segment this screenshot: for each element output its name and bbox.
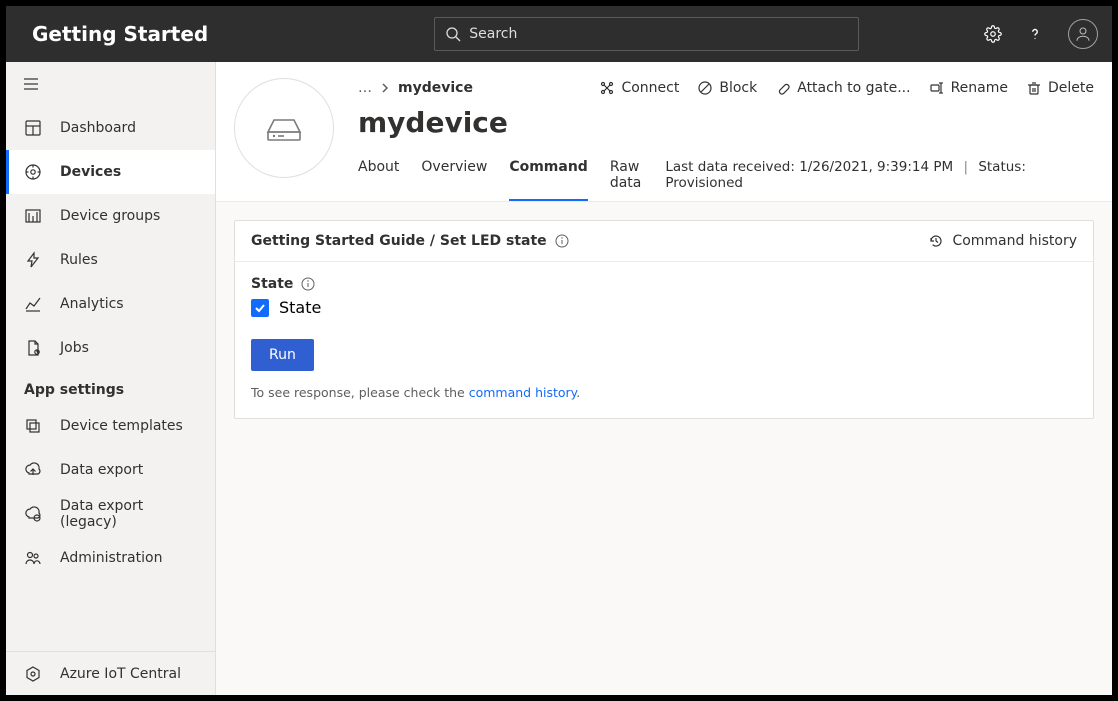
delete-icon [1026, 80, 1042, 96]
sidebar-item-label: Data export [60, 462, 143, 478]
jobs-icon [24, 339, 42, 357]
block-button[interactable]: Block [697, 80, 757, 96]
history-icon [928, 233, 944, 249]
sidebar-item-label: Rules [60, 252, 98, 268]
block-icon [697, 80, 713, 96]
panel-title: Getting Started Guide / Set LED state [251, 233, 569, 249]
connect-button[interactable]: Connect [599, 80, 679, 96]
rules-icon [24, 251, 42, 269]
info-icon[interactable] [555, 234, 569, 248]
sidebar-item-analytics[interactable]: Analytics [6, 282, 215, 326]
sidebar-item-label: Data export (legacy) [60, 498, 197, 530]
attach-button[interactable]: Attach to gate... [775, 80, 910, 96]
data-export-icon [24, 461, 42, 479]
administration-icon [24, 549, 42, 567]
device-templates-icon [24, 417, 42, 435]
sidebar-item-data-export[interactable]: Data export [6, 448, 215, 492]
sidebar-item-label: Dashboard [60, 120, 136, 136]
device-tabs: About Overview Command Raw data [358, 153, 665, 201]
rename-button[interactable]: Rename [929, 80, 1008, 96]
sidebar-item-data-export-legacy[interactable]: Data export (legacy) [6, 492, 215, 536]
sidebar-item-label: Device templates [60, 418, 183, 434]
sidebar-item-label: Devices [60, 164, 121, 180]
response-hint: To see response, please check the comman… [251, 385, 1077, 400]
sidebar-footer-link[interactable]: Azure IoT Central [6, 651, 215, 695]
delete-button[interactable]: Delete [1026, 80, 1094, 96]
top-bar: Getting Started [6, 6, 1112, 62]
sidebar-item-jobs[interactable]: Jobs [6, 326, 215, 370]
main-content: … mydevice Connect [216, 62, 1112, 695]
sidebar-item-device-groups[interactable]: Device groups [6, 194, 215, 238]
device-avatar [234, 78, 334, 178]
devices-icon [24, 163, 42, 181]
help-icon[interactable] [1026, 25, 1044, 43]
chevron-right-icon [380, 83, 390, 93]
command-panel: Getting Started Guide / Set LED state Co… [234, 220, 1094, 419]
tab-about[interactable]: About [358, 153, 399, 201]
device-status-line: Last data received: 1/26/2021, 9:39:14 P… [665, 159, 1094, 201]
sidebar-footer-label: Azure IoT Central [60, 666, 181, 682]
settings-icon[interactable] [984, 25, 1002, 43]
sidebar-item-dashboard[interactable]: Dashboard [6, 106, 215, 150]
rename-icon [929, 80, 945, 96]
sidebar: Dashboard Devices Device groups Rules [6, 62, 216, 695]
data-export-legacy-icon [24, 505, 42, 523]
sidebar-item-label: Administration [60, 550, 162, 566]
info-icon[interactable] [301, 277, 315, 291]
azure-iot-icon [24, 665, 42, 683]
command-history-link[interactable]: command history [469, 385, 577, 400]
state-checkbox[interactable] [251, 299, 269, 317]
analytics-icon [24, 295, 42, 313]
hamburger-icon[interactable] [16, 69, 46, 99]
sidebar-item-rules[interactable]: Rules [6, 238, 215, 282]
connect-icon [599, 80, 615, 96]
search-box[interactable] [434, 17, 859, 51]
search-input[interactable] [469, 26, 848, 42]
search-icon [445, 26, 461, 42]
run-button[interactable]: Run [251, 339, 314, 371]
sidebar-item-label: Device groups [60, 208, 160, 224]
command-history-button[interactable]: Command history [928, 233, 1077, 249]
sidebar-item-label: Analytics [60, 296, 124, 312]
sidebar-item-label: Jobs [60, 340, 89, 356]
device-groups-icon [24, 207, 42, 225]
sidebar-group-label: App settings [6, 370, 215, 404]
tab-raw-data[interactable]: Raw data [610, 153, 666, 201]
account-icon[interactable] [1068, 19, 1098, 49]
app-title: Getting Started [32, 22, 208, 46]
sidebar-item-devices[interactable]: Devices [6, 150, 215, 194]
device-title: mydevice [358, 106, 1094, 139]
attach-icon [775, 80, 791, 96]
dashboard-icon [24, 119, 42, 137]
tab-command[interactable]: Command [509, 153, 588, 201]
breadcrumb-ellipsis[interactable]: … [358, 80, 372, 96]
sidebar-item-administration[interactable]: Administration [6, 536, 215, 580]
tab-overview[interactable]: Overview [421, 153, 487, 201]
checkbox-label: State [279, 298, 321, 317]
field-label-state: State [251, 276, 1077, 292]
sidebar-item-device-templates[interactable]: Device templates [6, 404, 215, 448]
breadcrumb-current: mydevice [398, 80, 473, 96]
breadcrumb: … mydevice [358, 80, 473, 96]
